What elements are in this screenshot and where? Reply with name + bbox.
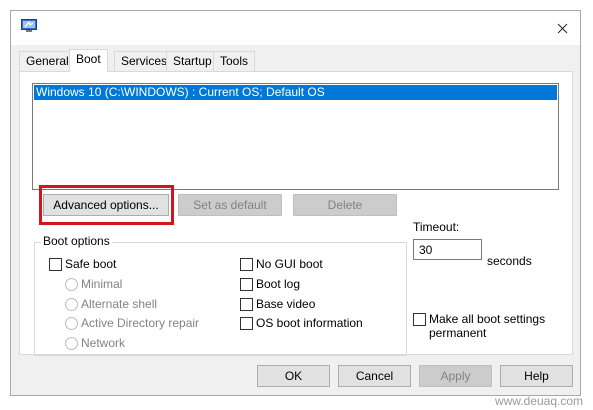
tab-startup[interactable]: Startup bbox=[166, 51, 219, 71]
radio-circle bbox=[65, 336, 78, 350]
checkbox-box bbox=[240, 297, 253, 311]
cancel-button[interactable]: Cancel bbox=[338, 365, 411, 387]
safe-boot-label: Safe boot bbox=[65, 257, 117, 271]
no-gui-boot-checkbox[interactable]: No GUI boot bbox=[240, 257, 323, 271]
safe-boot-checkbox[interactable]: Safe boot bbox=[49, 257, 116, 271]
close-icon bbox=[557, 23, 567, 33]
tab-general[interactable]: General bbox=[19, 51, 76, 71]
radio-circle bbox=[65, 277, 78, 291]
checkbox-box bbox=[240, 257, 253, 271]
boot-options-group: Boot options Safe boot Minimal Alternate… bbox=[34, 234, 407, 356]
checkbox-box bbox=[240, 316, 253, 330]
system-configuration-window: General Boot Services Startup Tools Wind… bbox=[10, 10, 581, 396]
timeout-unit-label: seconds bbox=[487, 254, 532, 268]
close-button[interactable] bbox=[550, 16, 574, 40]
radio-minimal[interactable]: Minimal bbox=[65, 277, 122, 291]
checkbox-box bbox=[413, 312, 426, 326]
boot-log-label: Boot log bbox=[256, 277, 301, 291]
boot-options-heading: Boot options bbox=[41, 234, 112, 248]
timeout-label: Timeout: bbox=[413, 220, 460, 234]
tab-services[interactable]: Services bbox=[114, 51, 175, 71]
checkbox-box bbox=[49, 257, 62, 271]
tab-boot[interactable]: Boot bbox=[69, 49, 108, 72]
os-boot-information-checkbox[interactable]: OS boot information bbox=[240, 316, 363, 330]
boot-entry-windows-10[interactable]: Windows 10 (C:\WINDOWS) : Current OS; De… bbox=[34, 85, 557, 100]
watermark-text: www.deuaq.com bbox=[494, 394, 583, 408]
radio-alternate-shell-label: Alternate shell bbox=[81, 297, 158, 311]
boot-log-checkbox[interactable]: Boot log bbox=[240, 277, 300, 291]
set-as-default-button[interactable]: Set as default bbox=[178, 194, 282, 216]
base-video-checkbox[interactable]: Base video bbox=[240, 297, 315, 311]
system-configuration-icon bbox=[21, 19, 37, 32]
no-gui-boot-label: No GUI boot bbox=[256, 257, 323, 271]
radio-active-directory-repair-label: Active Directory repair bbox=[81, 316, 200, 330]
make-permanent-checkbox[interactable]: Make all boot settings bbox=[413, 312, 545, 326]
help-button[interactable]: Help bbox=[500, 365, 573, 387]
timeout-input[interactable] bbox=[413, 239, 482, 260]
make-permanent-label: Make all boot settings bbox=[429, 312, 546, 326]
boot-tab-panel: Windows 10 (C:\WINDOWS) : Current OS; De… bbox=[19, 71, 573, 356]
os-boot-information-label: OS boot information bbox=[256, 316, 363, 330]
annotation-highlight-box bbox=[39, 185, 174, 225]
title-bar bbox=[11, 11, 580, 45]
ok-button[interactable]: OK bbox=[257, 365, 330, 387]
radio-circle bbox=[65, 316, 78, 330]
tab-tools[interactable]: Tools bbox=[213, 51, 256, 71]
radio-minimal-label: Minimal bbox=[81, 277, 123, 291]
radio-active-directory-repair[interactable]: Active Directory repair bbox=[65, 316, 199, 330]
boot-entries-list[interactable]: Windows 10 (C:\WINDOWS) : Current OS; De… bbox=[32, 83, 559, 190]
delete-button[interactable]: Delete bbox=[293, 194, 397, 216]
radio-network-label: Network bbox=[81, 336, 126, 350]
apply-button[interactable]: Apply bbox=[419, 365, 492, 387]
radio-network[interactable]: Network bbox=[65, 336, 125, 350]
base-video-label: Base video bbox=[256, 297, 316, 311]
checkbox-box bbox=[240, 277, 253, 291]
make-permanent-label-line2: permanent bbox=[429, 326, 487, 340]
radio-circle bbox=[65, 297, 78, 311]
radio-alternate-shell[interactable]: Alternate shell bbox=[65, 297, 157, 311]
